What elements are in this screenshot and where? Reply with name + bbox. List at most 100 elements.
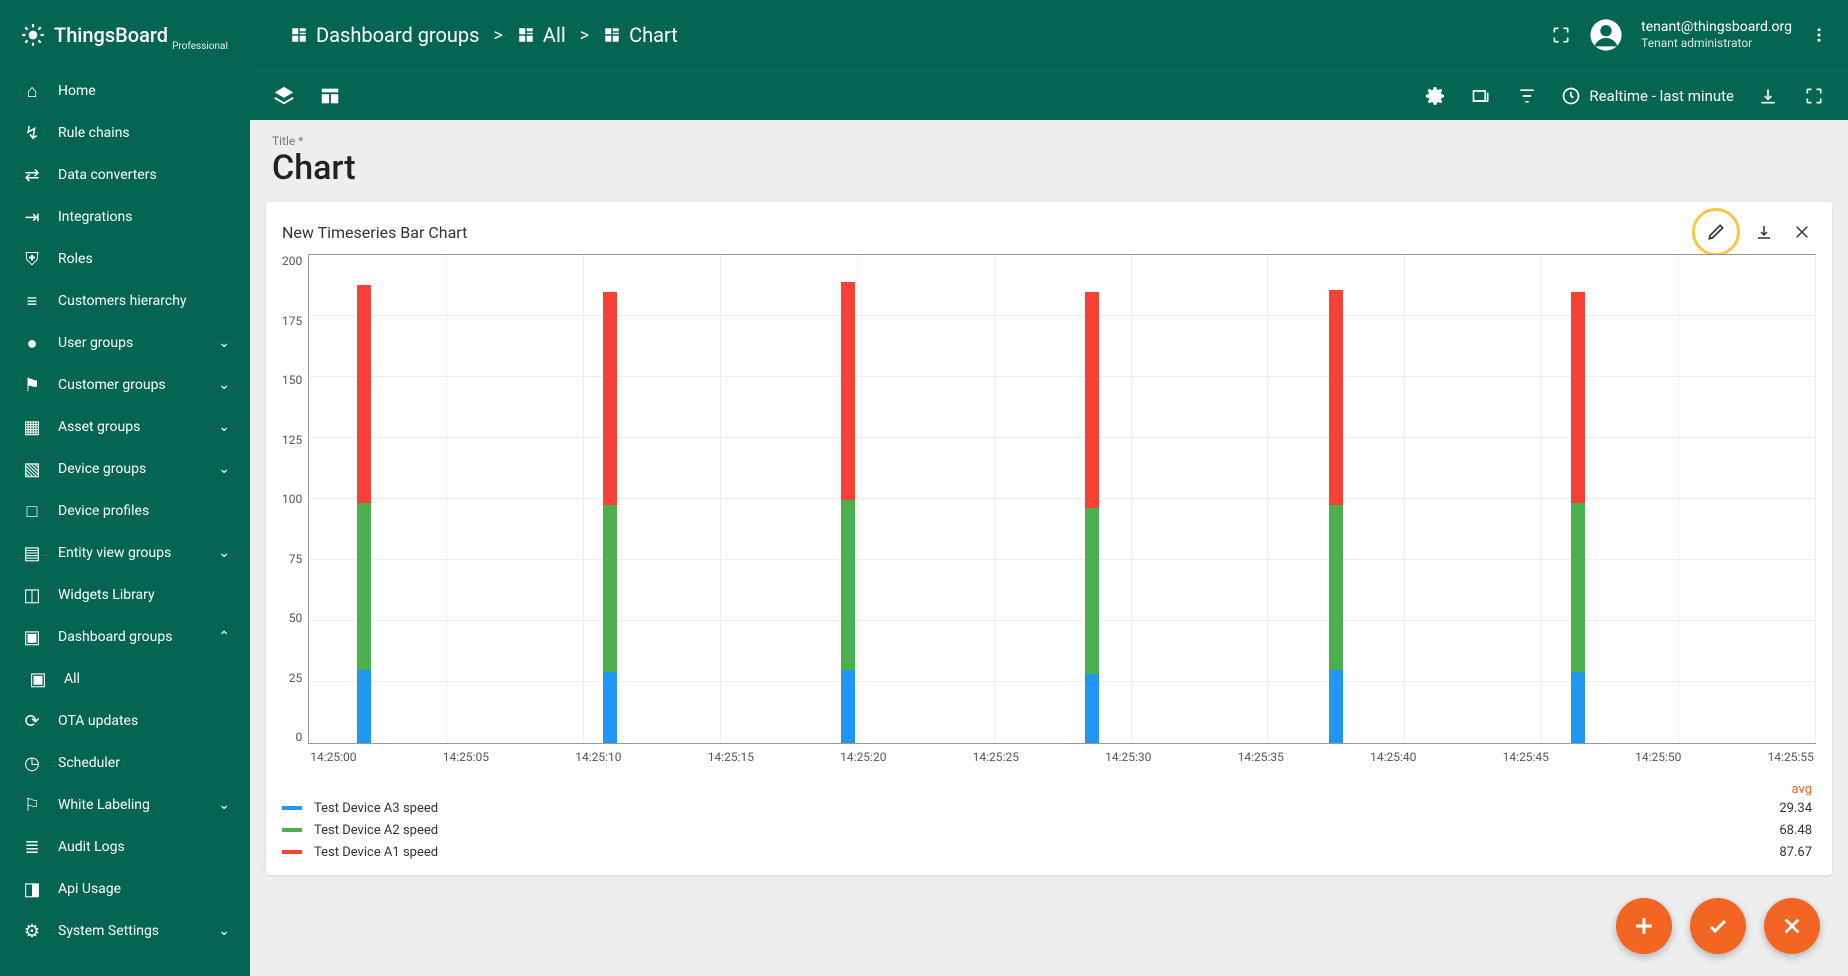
sidebar-item-device-groups[interactable]: ▧Device groups⌄ (0, 448, 250, 490)
chart: 2001751501251007550250 14:25:0014:25:051… (282, 254, 1816, 764)
sidebar-item-audit-logs[interactable]: ≣ Audit Logs (0, 826, 250, 868)
sidebar-item-white-labeling[interactable]: ⚐White Labeling⌄ (0, 784, 250, 826)
legend-swatch (282, 806, 302, 810)
nav-icon: ▣ (20, 627, 44, 648)
breadcrumb-chart[interactable]: Chart (603, 23, 678, 47)
sidebar-item-label: Api Usage (58, 881, 121, 897)
remove-widget-button[interactable] (1788, 218, 1816, 246)
y-tick: 25 (282, 671, 302, 685)
sidebar-item-label: Audit Logs (58, 839, 125, 855)
y-tick: 150 (282, 373, 302, 387)
dashboard-icon (290, 26, 308, 44)
widget-header: New Timeseries Bar Chart (282, 218, 1816, 246)
dashboard-icon (603, 26, 621, 44)
x-tick: 14:25:40 (1370, 750, 1416, 764)
sidebar-item-label: Integrations (58, 209, 132, 225)
more-menu-icon[interactable] (1810, 26, 1828, 44)
bar-segment (1329, 290, 1343, 506)
dashboard-toolbar: Realtime - last minute (250, 70, 1848, 120)
sidebar-item-customer-groups[interactable]: ⚑Customer groups⌄ (0, 364, 250, 406)
close-fab[interactable] (1764, 898, 1820, 954)
bar-segment (357, 285, 371, 503)
nav-icon: ▤ (20, 543, 44, 564)
dashboard-title-block[interactable]: Title * Chart (266, 128, 1832, 198)
sidebar-item-scheduler[interactable]: ◷Scheduler (0, 742, 250, 784)
sidebar-item-home[interactable]: ⌂Home (0, 70, 250, 112)
chevron-up-icon: ⌃ (218, 629, 230, 645)
sidebar-item-label: Rule chains (58, 125, 130, 141)
sidebar-item-label: All (64, 671, 80, 687)
bar-segment (1329, 505, 1343, 669)
nav-icon: ↯ (20, 123, 44, 144)
x-axis: 14:25:0014:25:0514:25:1014:25:1514:25:20… (308, 750, 1816, 764)
breadcrumb-dashboard-groups[interactable]: Dashboard groups (290, 23, 480, 47)
sidebar-item-system-settings[interactable]: ⚙System Settings⌄ (0, 910, 250, 952)
edit-widget-button[interactable] (1692, 208, 1740, 256)
x-tick: 14:25:35 (1238, 750, 1284, 764)
sidebar-item-label: White Labeling (58, 797, 150, 813)
legend-avg-header: avg (282, 782, 1816, 797)
y-tick: 200 (282, 254, 302, 268)
sidebar-item-integrations[interactable]: ⇥Integrations (0, 196, 250, 238)
breadcrumb-all[interactable]: All (517, 23, 566, 47)
bar-stack (603, 292, 617, 743)
nav-icon: ⚐ (20, 795, 44, 816)
sidebar-item-label: Customers hierarchy (58, 293, 187, 309)
x-tick: 14:25:45 (1503, 750, 1549, 764)
sidebar-item-entity-view-groups[interactable]: ▤Entity view groups⌄ (0, 532, 250, 574)
user-role: Tenant administrator (1641, 36, 1792, 52)
legend-row[interactable]: Test Device A2 speed68.48 (282, 819, 1816, 841)
layouts-icon[interactable] (318, 84, 342, 108)
legend-swatch (282, 828, 302, 832)
nav-icon: ◨ (20, 879, 44, 900)
y-tick: 100 (282, 492, 302, 506)
bar-segment (1085, 508, 1099, 675)
add-widget-fab[interactable] (1616, 898, 1672, 954)
export-icon[interactable] (1756, 84, 1780, 108)
user-info[interactable]: tenant@thingsboard.org Tenant administra… (1641, 18, 1792, 52)
sidebar-item-label: Scheduler (58, 755, 120, 771)
y-tick: 50 (282, 611, 302, 625)
sidebar-item-dashboard-groups[interactable]: ▣Dashboard groups⌃ (0, 616, 250, 658)
entity-aliases-icon[interactable] (1469, 84, 1493, 108)
settings-icon[interactable] (1423, 84, 1447, 108)
x-tick: 14:25:00 (310, 750, 356, 764)
nav: ⌂Home ↯ Rule chains ⇄Data converters⇥Integr… (0, 70, 250, 976)
bar-stack (1085, 292, 1099, 743)
bar-segment (603, 672, 617, 743)
export-widget-button[interactable] (1750, 218, 1778, 246)
logo[interactable]: ThingsBoard Professional (0, 0, 250, 70)
layers-icon[interactable] (272, 84, 296, 108)
timewindow-button[interactable]: Realtime - last minute (1561, 86, 1734, 106)
x-tick: 14:25:05 (443, 750, 489, 764)
sidebar-item-api-usage[interactable]: ◨ Api Usage (0, 868, 250, 910)
filter-icon[interactable] (1515, 84, 1539, 108)
fullscreen-icon[interactable] (1551, 25, 1571, 45)
sidebar-item-ota-updates[interactable]: ⟳OTA updates (0, 700, 250, 742)
enter-fullscreen-icon[interactable] (1802, 84, 1826, 108)
sidebar-item-roles[interactable]: ⛨Roles (0, 238, 250, 280)
user-avatar-icon[interactable] (1589, 18, 1623, 52)
sidebar-item-data-converters[interactable]: ⇄Data converters (0, 154, 250, 196)
nav-icon: ⛨ (20, 249, 44, 270)
y-tick: 0 (282, 730, 302, 744)
chevron-down-icon: ⌄ (218, 545, 230, 561)
sidebar-item-device-profiles[interactable]: □Device profiles (0, 490, 250, 532)
bar-segment (357, 503, 371, 670)
nav-icon: ⌂ (20, 81, 44, 102)
legend-row[interactable]: Test Device A3 speed29.34 (282, 797, 1816, 819)
sidebar-item-widgets-library[interactable]: ◫Widgets Library (0, 574, 250, 616)
sidebar-item-user-groups[interactable]: ●User groups⌄ (0, 322, 250, 364)
legend-label: Test Device A2 speed (314, 823, 438, 838)
apply-fab[interactable] (1690, 898, 1746, 954)
legend-row[interactable]: Test Device A1 speed87.67 (282, 841, 1816, 863)
sidebar-item-asset-groups[interactable]: ▦Asset groups⌄ (0, 406, 250, 448)
nav-icon: ▧ (20, 459, 44, 480)
sidebar-item-rule-chains[interactable]: ↯ Rule chains (0, 112, 250, 154)
legend-label: Test Device A1 speed (314, 845, 438, 860)
nav-icon: ≣ (20, 837, 44, 858)
x-tick: 14:25:20 (840, 750, 886, 764)
sidebar-item-customers-hierarchy[interactable]: ≡Customers hierarchy (0, 280, 250, 322)
bar-segment (841, 670, 855, 744)
sidebar-subitem-all[interactable]: ▣All (0, 658, 250, 700)
